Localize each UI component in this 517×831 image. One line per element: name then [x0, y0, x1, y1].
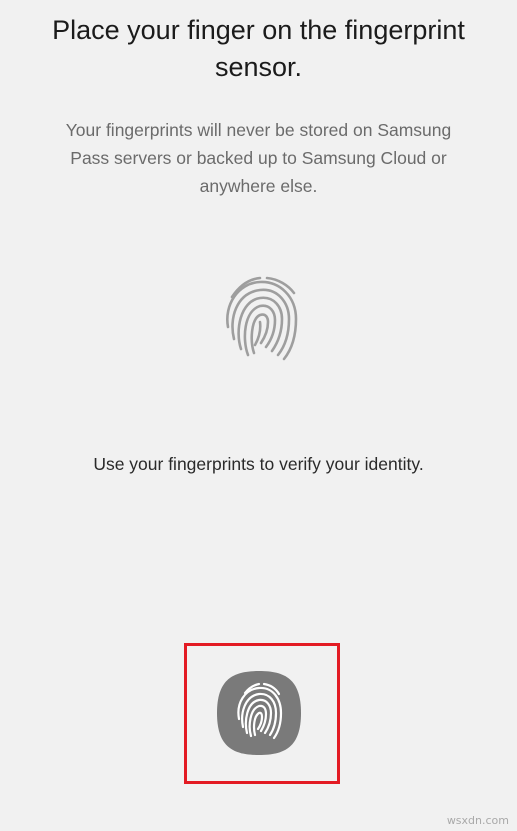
fingerprint-button[interactable] — [213, 667, 305, 759]
fingerprint-icon — [220, 275, 302, 363]
privacy-notice: Your fingerprints will never be stored o… — [65, 120, 452, 196]
page-title: Place your finger on the fingerprint sen… — [52, 15, 465, 82]
watermark: wsxdn.com — [446, 814, 509, 827]
fingerprint-icon — [217, 671, 301, 755]
instruction-text: Use your fingerprints to verify your ide… — [93, 454, 424, 474]
